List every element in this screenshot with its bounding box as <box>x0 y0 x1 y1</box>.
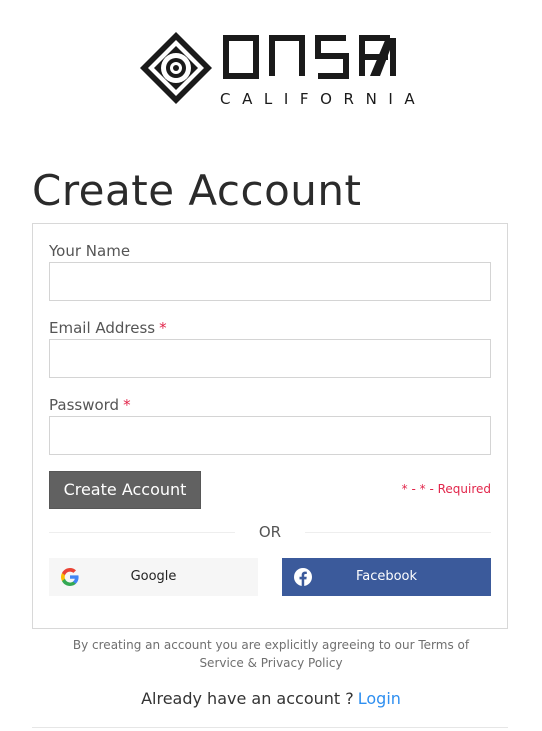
email-label: Email Address * <box>49 319 167 337</box>
have-account-text: Already have an account ? <box>141 689 354 708</box>
required-asterisk: * <box>159 319 167 337</box>
password-input[interactable] <box>49 416 491 455</box>
email-input[interactable] <box>49 339 491 378</box>
page-title: Create Account <box>32 166 362 215</box>
terms-line-1: By creating an account you are explicitl… <box>72 638 470 652</box>
terms-text: By creating an account you are explicitl… <box>62 636 480 672</box>
facebook-label: Facebook <box>355 569 418 584</box>
required-note: * - * - Required <box>401 482 491 496</box>
google-label: Google <box>130 569 177 584</box>
name-label: Your Name <box>49 242 130 260</box>
google-login-button[interactable]: Google <box>49 558 258 596</box>
required-asterisk: * <box>123 396 131 414</box>
brand-logo: CALIFORNIA <box>138 30 427 108</box>
login-prompt: Already have an account ? Login <box>0 689 542 708</box>
password-label: Password * <box>49 396 131 414</box>
name-label-text: Your Name <box>49 242 131 260</box>
logo-wordmark <box>223 35 396 79</box>
or-divider: OR <box>49 520 491 544</box>
create-account-button[interactable]: Create Account <box>49 471 201 509</box>
bottom-divider <box>32 727 508 728</box>
logo-mark-icon <box>140 32 212 104</box>
terms-line-2: Service & Privacy Policy <box>199 656 343 670</box>
name-input[interactable] <box>49 262 491 301</box>
password-label-text: Password <box>49 396 120 414</box>
facebook-login-button[interactable]: Facebook <box>282 558 491 596</box>
email-label-text: Email Address <box>49 319 156 337</box>
logo-subtitle: CALIFORNIA <box>220 90 427 108</box>
divider-line-right <box>305 532 491 533</box>
create-account-form: Your Name Email Address * Password * Creat… <box>32 223 508 629</box>
login-link[interactable]: Login <box>358 689 401 708</box>
